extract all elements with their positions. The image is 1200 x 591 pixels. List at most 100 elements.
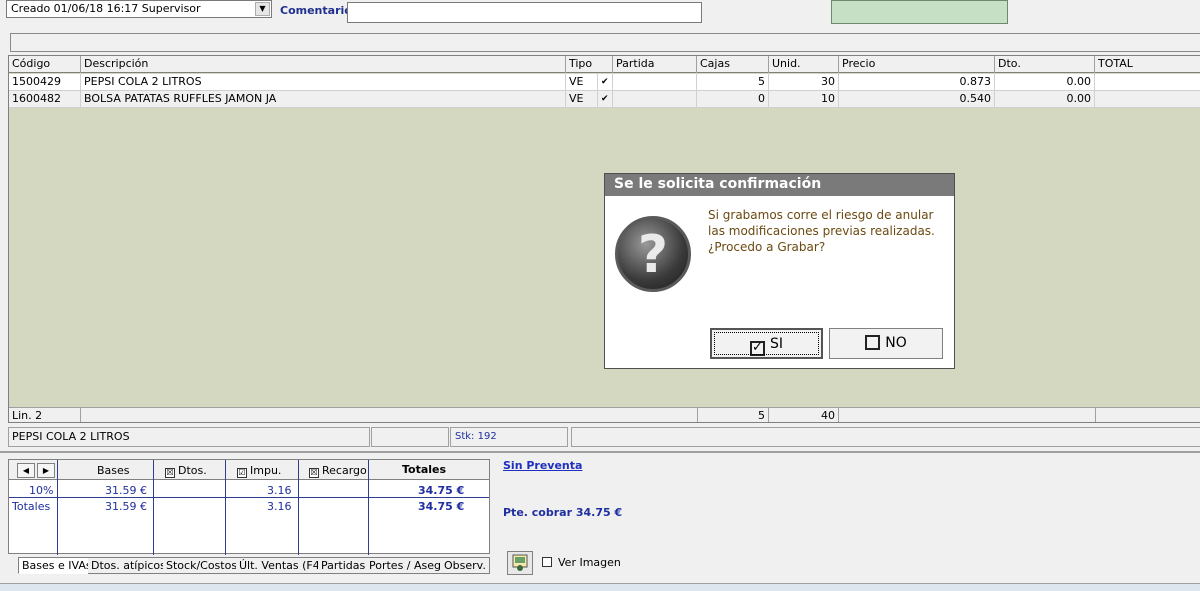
question-glyph: ?	[637, 225, 669, 285]
line-count: Lin. 2	[9, 408, 81, 422]
tab-stock-costos[interactable]: Stock/Costos	[163, 557, 242, 574]
check-icon[interactable]: ✔	[598, 74, 613, 91]
header-totales: Totales	[402, 463, 447, 476]
col-codigo[interactable]: Código	[9, 56, 81, 73]
col-total[interactable]: TOTAL	[1095, 56, 1200, 73]
col-unid[interactable]: Unid.	[769, 56, 839, 73]
check-icon: ✓	[749, 341, 765, 356]
no-button[interactable]: NO	[829, 328, 943, 359]
column-divider	[368, 460, 369, 555]
message-line: las modificaciones previas realizadas.	[708, 224, 935, 238]
prev-arrow-icon[interactable]: ◀	[17, 463, 35, 478]
yes-button[interactable]: ✓ SI	[710, 328, 823, 359]
footer-total	[1095, 408, 1200, 422]
cell-codigo: 1600482	[9, 91, 81, 108]
row-label: Totales	[12, 500, 51, 513]
check-icon[interactable]: ✔	[598, 91, 613, 108]
table-row	[9, 482, 489, 498]
header-bases: Bases	[97, 464, 130, 477]
ver-imagen-label: Ver Imagen	[558, 556, 621, 569]
cell-codigo: 1500429	[9, 74, 81, 91]
cell-total	[1095, 91, 1200, 108]
row-impu: 3.16	[267, 500, 292, 513]
recargo-toggle[interactable]: ☒ Recargo	[309, 464, 367, 478]
col-cajas[interactable]: Cajas	[697, 56, 769, 73]
confirmation-dialog: Se le solicita confirmación ? Si grabamo…	[604, 173, 955, 369]
tab-bases-ivas[interactable]: Bases e IVAs	[18, 557, 96, 574]
tab-partidas[interactable]: Partidas	[318, 557, 370, 574]
dtos-checkbox[interactable]: ☒	[165, 468, 175, 478]
table-row[interactable]: 1500429 PEPSI COLA 2 LITROS VE ✔ 5 30 0.…	[9, 74, 1200, 91]
picture-icon	[512, 554, 528, 571]
col-dto[interactable]: Dto.	[995, 56, 1095, 73]
status-extra	[571, 427, 1200, 447]
dtos-toggle[interactable]: ☒ Dtos.	[165, 464, 207, 478]
cell-descripcion: BOLSA PATATAS RUFFLES JAMON JA	[81, 91, 566, 108]
col-descripcion[interactable]: Descripción	[81, 56, 566, 73]
col-precio[interactable]: Precio	[839, 56, 995, 73]
table-row[interactable]: 1600482 BOLSA PATATAS RUFFLES JAMON JA V…	[9, 91, 1200, 108]
cell-cajas: 5	[697, 74, 769, 91]
row-impu: 3.16	[267, 484, 292, 497]
combo-value: Creado 01/06/18 16:17 Supervisor	[11, 2, 201, 15]
cell-dto: 0.00	[995, 74, 1095, 91]
recargo-checkbox[interactable]: ☒	[309, 468, 319, 478]
divider	[0, 451, 1200, 453]
cell-unid: 30	[769, 74, 839, 91]
dialog-title: Se le solicita confirmación	[605, 174, 954, 196]
col-tipo[interactable]: Tipo	[566, 56, 613, 73]
ver-imagen-toggle[interactable]: Ver Imagen	[542, 556, 621, 569]
row-label: 10%	[29, 484, 54, 497]
cell-tipo: VE	[566, 74, 598, 91]
column-divider	[153, 460, 154, 555]
cell-unid: 10	[769, 91, 839, 108]
empty-box-icon	[865, 335, 881, 350]
tab-ult-ventas[interactable]: Últ. Ventas (F4)	[236, 557, 329, 574]
document-combo[interactable]: Creado 01/06/18 16:17 Supervisor ▼	[6, 0, 272, 18]
comentario-label: Comentario	[280, 4, 352, 17]
status-color-box	[831, 0, 1008, 24]
cell-partida	[613, 74, 697, 91]
message-line: Si grabamos corre el riesgo de anular	[708, 208, 934, 222]
column-divider	[57, 460, 58, 555]
cell-precio: 0.873	[839, 74, 995, 91]
cell-partida	[613, 91, 697, 108]
impu-checkbox[interactable]: ☑	[237, 468, 247, 478]
col-partida[interactable]: Partida	[613, 56, 697, 73]
bases-panel: ◀ ▶ Bases ☒ Dtos. ☑ Impu. ☒ Recargo Totales…	[8, 459, 490, 555]
column-divider	[298, 460, 299, 555]
tab-strip: Bases e IVAs Dtos. atípicos Stock/Costos…	[8, 557, 498, 575]
cell-total	[1095, 74, 1200, 91]
tab-observ[interactable]: Observ.	[441, 557, 490, 574]
grid-header: Código Descripción Tipo Partida Cajas Un…	[9, 56, 1200, 73]
message-line: ¿Procedo a Grabar?	[708, 240, 826, 254]
status-empty	[371, 427, 449, 447]
row-totales: 34.75 €	[418, 500, 465, 513]
no-label: NO	[885, 335, 907, 351]
progress-bar	[10, 33, 1200, 52]
impu-toggle[interactable]: ☑ Impu.	[237, 464, 281, 478]
tab-portes-aseg[interactable]: Portes / Aseg.	[366, 557, 449, 574]
cell-cajas: 0	[697, 91, 769, 108]
status-row: PEPSI COLA 2 LITROS Stk: 192	[8, 427, 1200, 447]
dialog-message: Si grabamos corre el riesgo de anular la…	[708, 207, 948, 255]
row-bases: 31.59 €	[105, 484, 147, 497]
bottom-border	[0, 583, 1200, 591]
image-button[interactable]	[507, 551, 533, 575]
grid-footer: Lin. 2 5 40	[9, 407, 1200, 422]
cell-descripcion: PEPSI COLA 2 LITROS	[81, 74, 566, 91]
next-arrow-icon[interactable]: ▶	[37, 463, 55, 478]
row-bases: 31.59 €	[105, 500, 147, 513]
ver-imagen-checkbox[interactable]	[542, 557, 552, 567]
cell-precio: 0.540	[839, 91, 995, 108]
tab-dtos-atipicos[interactable]: Dtos. atípicos	[88, 557, 170, 574]
chevron-down-icon[interactable]: ▼	[255, 2, 270, 16]
comentario-input[interactable]	[347, 2, 702, 23]
question-icon: ?	[615, 216, 691, 292]
row-totales: 34.75 €	[418, 484, 465, 497]
header-dtos: Dtos.	[178, 464, 207, 477]
sin-preventa-link[interactable]: Sin Preventa	[503, 459, 582, 472]
column-divider	[225, 460, 226, 555]
stock-label: Stk: 192	[450, 427, 568, 447]
yes-label: SI	[769, 336, 783, 352]
